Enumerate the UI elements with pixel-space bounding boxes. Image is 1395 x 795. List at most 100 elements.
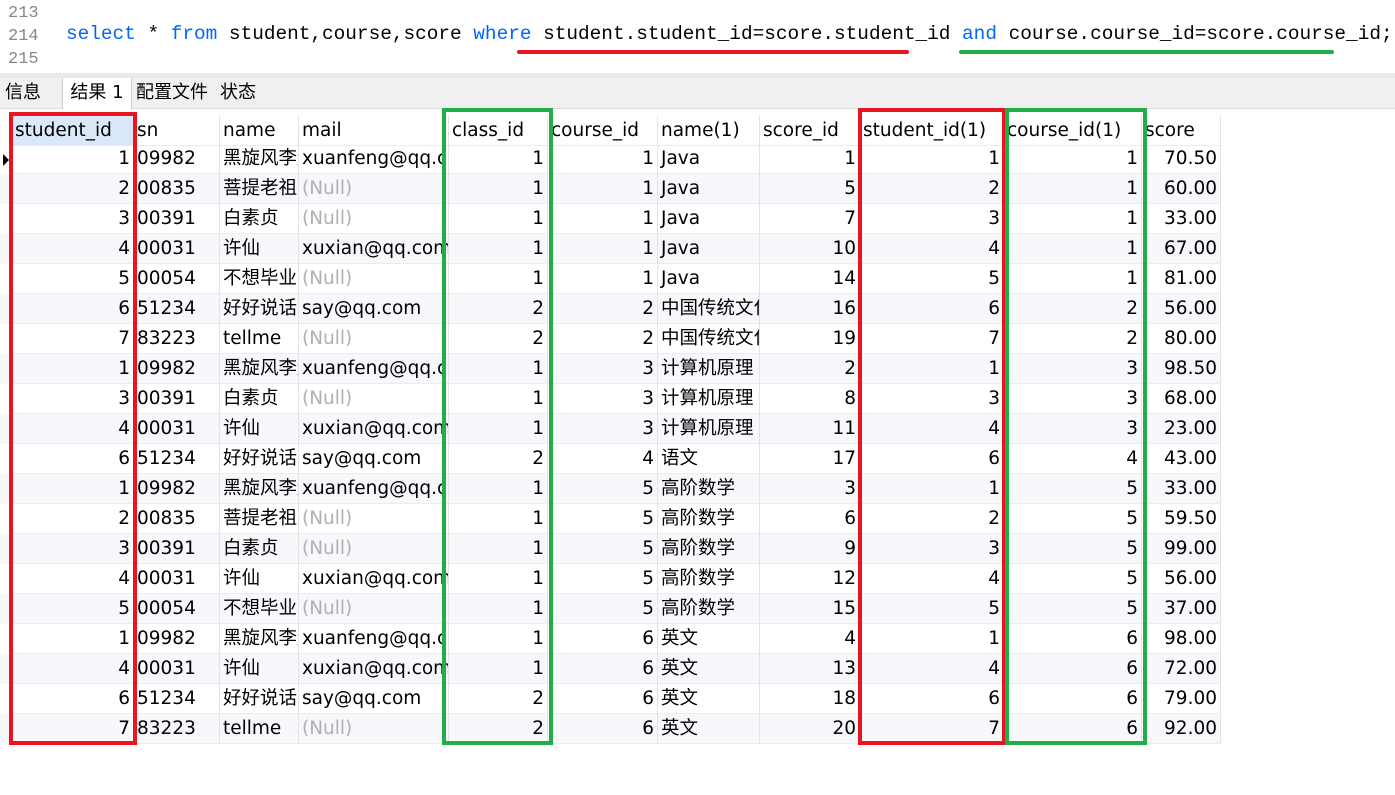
table-cell[interactable]: 高阶数学: [658, 504, 760, 534]
table-cell[interactable]: xuanfeng@qq.com: [299, 354, 449, 384]
table-cell[interactable]: 6: [548, 714, 658, 744]
table-cell[interactable]: 68.00: [1142, 384, 1221, 414]
table-cell[interactable]: 计算机原理: [658, 354, 760, 384]
column-header-score-id[interactable]: score_id: [760, 116, 860, 146]
sql-query-line[interactable]: select * from student,course,score where…: [66, 23, 1393, 45]
table-cell[interactable]: 1: [760, 144, 860, 174]
table-cell[interactable]: 7: [760, 204, 860, 234]
table-cell[interactable]: 09982: [134, 474, 220, 504]
table-cell[interactable]: 黑旋风李逵: [220, 354, 299, 384]
table-cell[interactable]: xuanfeng@qq.com: [299, 624, 449, 654]
table-cell[interactable]: 14: [760, 264, 860, 294]
table-cell[interactable]: 83223: [134, 714, 220, 744]
table-cell[interactable]: 菩提老祖: [220, 504, 299, 534]
table-cell[interactable]: 00031: [134, 654, 220, 684]
table-cell[interactable]: 56.00: [1142, 294, 1221, 324]
table-cell[interactable]: 67.00: [1142, 234, 1221, 264]
table-cell[interactable]: 00835: [134, 174, 220, 204]
table-cell[interactable]: Java: [658, 204, 760, 234]
table-cell[interactable]: 不想毕业: [220, 264, 299, 294]
table-cell[interactable]: 83223: [134, 324, 220, 354]
table-cell[interactable]: xuxian@qq.com: [299, 234, 449, 264]
table-cell[interactable]: Java: [658, 144, 760, 174]
sql-editor[interactable]: 213 214 215 select * from student,course…: [0, 0, 1395, 72]
table-cell[interactable]: 3: [548, 384, 658, 414]
table-cell[interactable]: 许仙: [220, 234, 299, 264]
table-cell[interactable]: 00391: [134, 384, 220, 414]
table-cell[interactable]: 51234: [134, 444, 220, 474]
table-cell[interactable]: (Null): [299, 594, 449, 624]
table-cell[interactable]: 00835: [134, 504, 220, 534]
table-cell[interactable]: 92.00: [1142, 714, 1221, 744]
table-cell[interactable]: 81.00: [1142, 264, 1221, 294]
table-cell[interactable]: 43.00: [1142, 444, 1221, 474]
table-cell[interactable]: 18: [760, 684, 860, 714]
table-cell[interactable]: 高阶数学: [658, 474, 760, 504]
table-cell[interactable]: 菩提老祖: [220, 174, 299, 204]
tab-status[interactable]: 状态: [215, 78, 261, 108]
table-cell[interactable]: 黑旋风李逵: [220, 474, 299, 504]
table-cell[interactable]: 11: [760, 414, 860, 444]
table-cell[interactable]: 72.00: [1142, 654, 1221, 684]
table-cell[interactable]: Java: [658, 174, 760, 204]
table-cell[interactable]: 6: [548, 624, 658, 654]
table-cell[interactable]: 4: [760, 624, 860, 654]
table-cell[interactable]: say@qq.com: [299, 294, 449, 324]
table-cell[interactable]: (Null): [299, 384, 449, 414]
table-cell[interactable]: 4: [548, 444, 658, 474]
column-header-name[interactable]: name: [220, 116, 299, 146]
table-cell[interactable]: 1: [548, 144, 658, 174]
table-cell[interactable]: 98.00: [1142, 624, 1221, 654]
table-cell[interactable]: 13: [760, 654, 860, 684]
table-cell[interactable]: 00054: [134, 264, 220, 294]
table-cell[interactable]: xuxian@qq.com: [299, 654, 449, 684]
table-cell[interactable]: say@qq.com: [299, 444, 449, 474]
table-cell[interactable]: tellme: [220, 714, 299, 744]
table-cell[interactable]: 59.50: [1142, 504, 1221, 534]
tab-result-1[interactable]: 结果 1: [62, 78, 132, 109]
table-cell[interactable]: 98.50: [1142, 354, 1221, 384]
table-cell[interactable]: 09982: [134, 144, 220, 174]
table-cell[interactable]: 37.00: [1142, 594, 1221, 624]
column-header-score[interactable]: score: [1142, 116, 1221, 146]
table-cell[interactable]: xuanfeng@qq.com: [299, 474, 449, 504]
table-cell[interactable]: 60.00: [1142, 174, 1221, 204]
table-cell[interactable]: 80.00: [1142, 324, 1221, 354]
table-cell[interactable]: 09982: [134, 354, 220, 384]
table-cell[interactable]: 3: [548, 354, 658, 384]
table-cell[interactable]: xuxian@qq.com: [299, 414, 449, 444]
table-cell[interactable]: 33.00: [1142, 474, 1221, 504]
table-cell[interactable]: 3: [548, 414, 658, 444]
table-cell[interactable]: (Null): [299, 204, 449, 234]
table-cell[interactable]: 黑旋风李逵: [220, 144, 299, 174]
table-cell[interactable]: 好好说话: [220, 294, 299, 324]
table-cell[interactable]: 8: [760, 384, 860, 414]
table-cell[interactable]: 79.00: [1142, 684, 1221, 714]
table-cell[interactable]: 计算机原理: [658, 384, 760, 414]
table-cell[interactable]: 1: [548, 204, 658, 234]
table-cell[interactable]: 5: [548, 564, 658, 594]
table-cell[interactable]: Java: [658, 264, 760, 294]
table-cell[interactable]: 17: [760, 444, 860, 474]
column-header-name1[interactable]: name(1): [658, 116, 760, 146]
table-cell[interactable]: (Null): [299, 534, 449, 564]
table-cell[interactable]: 00031: [134, 564, 220, 594]
table-cell[interactable]: 白素贞: [220, 534, 299, 564]
table-cell[interactable]: 5: [548, 534, 658, 564]
column-header-mail[interactable]: mail: [299, 116, 449, 146]
table-cell[interactable]: 00031: [134, 234, 220, 264]
table-cell[interactable]: (Null): [299, 264, 449, 294]
table-cell[interactable]: 白素贞: [220, 384, 299, 414]
table-cell[interactable]: 许仙: [220, 564, 299, 594]
table-cell[interactable]: 2: [548, 294, 658, 324]
table-cell[interactable]: 5: [548, 474, 658, 504]
table-cell[interactable]: xuanfeng@qq.com: [299, 144, 449, 174]
table-cell[interactable]: 00054: [134, 594, 220, 624]
table-cell[interactable]: 好好说话: [220, 444, 299, 474]
table-cell[interactable]: (Null): [299, 174, 449, 204]
table-cell[interactable]: 语文: [658, 444, 760, 474]
tab-info[interactable]: 信息: [0, 78, 46, 108]
table-cell[interactable]: 70.50: [1142, 144, 1221, 174]
table-cell[interactable]: 高阶数学: [658, 564, 760, 594]
tab-profile[interactable]: 配置文件: [133, 78, 211, 108]
